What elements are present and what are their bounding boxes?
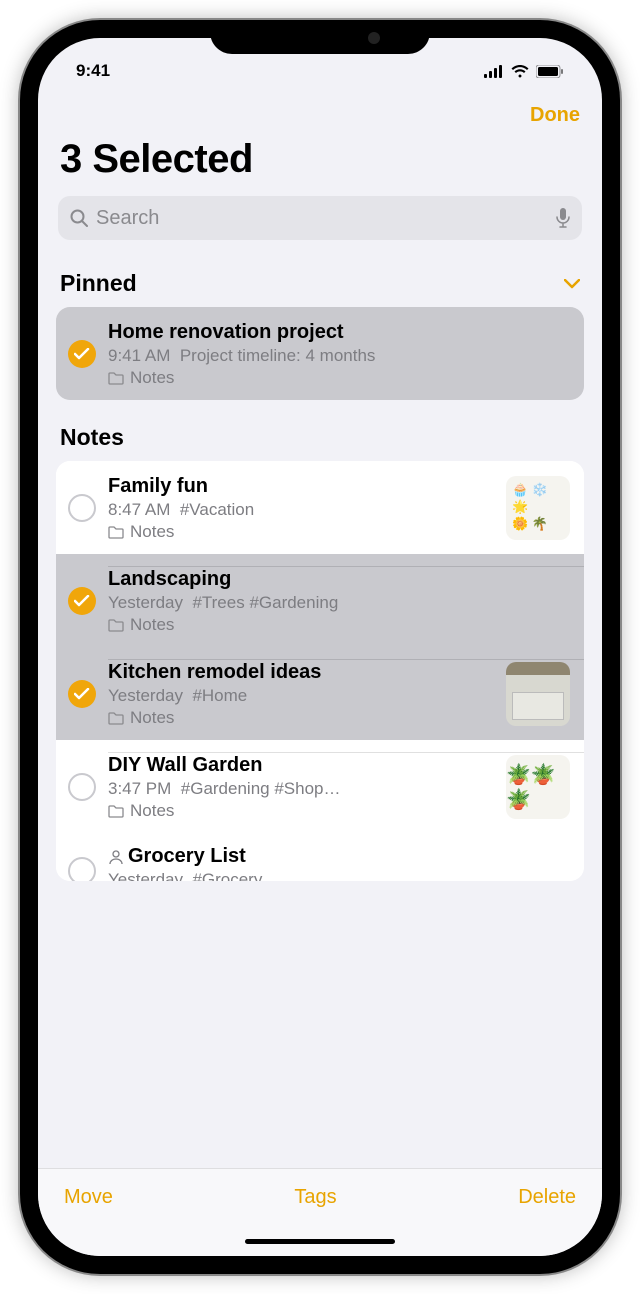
note-subtitle: 9:41 AM Project timeline: 4 months [108, 346, 570, 366]
tags-button[interactable]: Tags [294, 1186, 336, 1209]
note-folder: Notes [108, 368, 570, 388]
check-icon [74, 348, 90, 360]
battery-icon [536, 65, 564, 78]
note-thumbnail: 🧁 ❄️ 🌟🌼 🌴 [506, 476, 570, 540]
note-subtitle: 8:47 AM #Vacation [108, 500, 494, 520]
note-folder: Notes [108, 522, 494, 542]
note-subtitle: 3:47 PM #Gardening #Shop… [108, 779, 494, 799]
note-thumbnail [506, 662, 570, 726]
notes-header: Notes [38, 400, 602, 461]
note-row[interactable]: Family fun 8:47 AM #Vacation Notes 🧁 ❄️ … [56, 461, 584, 554]
status-icons [484, 64, 564, 78]
note-body: Kitchen remodel ideas Yesterday #Home No… [108, 659, 494, 728]
note-subtitle: Yesterday #Home [108, 686, 494, 706]
status-time: 9:41 [76, 61, 110, 81]
chevron-down-icon [564, 279, 580, 289]
pinned-group: Home renovation project 9:41 AM Project … [56, 307, 584, 400]
note-title: Kitchen remodel ideas [108, 661, 494, 684]
search-placeholder: Search [96, 207, 556, 230]
folder-icon [108, 372, 124, 385]
checkbox-unchecked[interactable] [68, 857, 96, 881]
home-indicator[interactable] [38, 1226, 602, 1256]
note-title: Home renovation project [108, 321, 570, 344]
note-title: Family fun [108, 475, 494, 498]
note-title: DIY Wall Garden [108, 754, 494, 777]
note-thumbnail: 🪴🪴🪴 [506, 755, 570, 819]
notch [210, 20, 430, 54]
checkbox-checked[interactable] [68, 680, 96, 708]
note-row[interactable]: Grocery List Yesterday #Grocery [56, 833, 584, 881]
note-body: Home renovation project 9:41 AM Project … [108, 319, 570, 388]
checkbox-checked[interactable] [68, 340, 96, 368]
note-subtitle: Yesterday #Trees #Gardening [108, 593, 570, 613]
signal-icon [484, 65, 504, 78]
search-input[interactable]: Search [58, 196, 582, 240]
note-row[interactable]: Kitchen remodel ideas Yesterday #Home No… [56, 647, 584, 740]
note-body: Grocery List Yesterday #Grocery [108, 843, 570, 881]
note-folder: Notes [108, 801, 494, 821]
pinned-header[interactable]: Pinned [38, 258, 602, 307]
shared-icon [108, 849, 124, 865]
check-icon [74, 688, 90, 700]
note-body: DIY Wall Garden 3:47 PM #Gardening #Shop… [108, 752, 494, 821]
note-row[interactable]: Home renovation project 9:41 AM Project … [56, 307, 584, 400]
page-title: 3 Selected [38, 131, 602, 196]
phone-frame: 9:41 Done 3 Selected Search Pinned [20, 20, 620, 1274]
folder-icon [108, 805, 124, 818]
folder-icon [108, 712, 124, 725]
screen: 9:41 Done 3 Selected Search Pinned [38, 38, 602, 1256]
note-body: Landscaping Yesterday #Trees #Gardening … [108, 566, 570, 635]
notes-label: Notes [60, 424, 124, 451]
wifi-icon [510, 64, 530, 78]
note-title: Grocery List [108, 845, 570, 868]
done-button[interactable]: Done [530, 104, 580, 127]
note-row[interactable]: Landscaping Yesterday #Trees #Gardening … [56, 554, 584, 647]
checkbox-checked[interactable] [68, 587, 96, 615]
note-row[interactable]: DIY Wall Garden 3:47 PM #Gardening #Shop… [56, 740, 584, 833]
toolbar: Move Tags Delete [38, 1168, 602, 1226]
folder-icon [108, 526, 124, 539]
notes-list[interactable]: Pinned Home renovation project 9:41 AM P… [38, 258, 602, 1168]
notes-group: Family fun 8:47 AM #Vacation Notes 🧁 ❄️ … [56, 461, 584, 881]
delete-button[interactable]: Delete [518, 1186, 576, 1209]
note-title: Landscaping [108, 568, 570, 591]
note-body: Family fun 8:47 AM #Vacation Notes [108, 473, 494, 542]
search-icon [70, 209, 88, 227]
checkbox-unchecked[interactable] [68, 773, 96, 801]
nav-bar: Done [38, 96, 602, 131]
checkbox-unchecked[interactable] [68, 494, 96, 522]
note-subtitle: Yesterday #Grocery [108, 870, 570, 881]
pinned-label: Pinned [60, 270, 137, 297]
note-folder: Notes [108, 615, 570, 635]
folder-icon [108, 619, 124, 632]
note-folder: Notes [108, 708, 494, 728]
move-button[interactable]: Move [64, 1186, 113, 1209]
check-icon [74, 595, 90, 607]
mic-icon[interactable] [556, 208, 570, 228]
